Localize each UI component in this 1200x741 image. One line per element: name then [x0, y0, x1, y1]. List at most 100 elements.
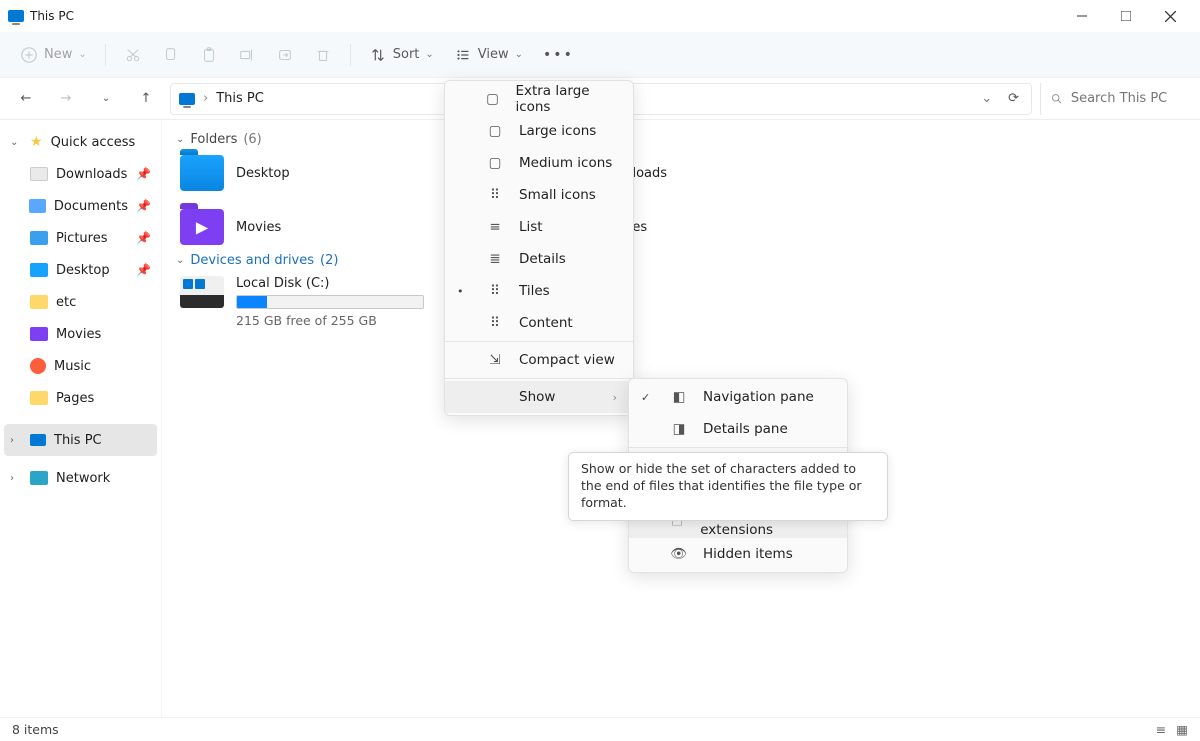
- sidebar-item-label: Network: [56, 471, 110, 486]
- sidebar-item-desktop[interactable]: Desktop 📌: [4, 254, 157, 286]
- network-icon: [30, 471, 48, 485]
- view-option-compact[interactable]: ⇲ Compact view: [445, 344, 633, 376]
- document-icon: [29, 199, 46, 213]
- quick-access-label: Quick access: [51, 135, 136, 150]
- download-icon: [30, 167, 48, 181]
- sidebar-item-label: Downloads: [56, 167, 127, 182]
- tiles-view-toggle[interactable]: ▦: [1176, 722, 1188, 737]
- address-dropdown-toggle[interactable]: ⌄: [977, 91, 996, 106]
- drive-local-disk-c[interactable]: Local Disk (C:) 215 GB free of 255 GB: [180, 276, 1190, 328]
- sidebar-item-label: Pages: [56, 391, 94, 406]
- sidebar-item-movies[interactable]: Movies: [4, 318, 157, 350]
- sidebar-item-pictures[interactable]: Pictures 📌: [4, 222, 157, 254]
- more-button[interactable]: •••: [535, 38, 582, 72]
- folder-desktop[interactable]: Desktop: [180, 155, 290, 191]
- folder-movies[interactable]: Movies: [180, 209, 290, 245]
- view-option-list[interactable]: ≡List: [445, 211, 633, 243]
- search-input[interactable]: [1071, 91, 1180, 106]
- movies-folder-icon: [180, 209, 224, 245]
- chevron-down-icon: ⌄: [515, 49, 523, 60]
- menu-label: Compact view: [519, 352, 615, 368]
- menu-label: Extra large icons: [515, 83, 617, 115]
- view-button[interactable]: View ⌄: [446, 38, 531, 72]
- sidebar-item-network[interactable]: › Network: [4, 462, 157, 494]
- menu-label: Show: [519, 389, 555, 405]
- sidebar-item-etc[interactable]: etc: [4, 286, 157, 318]
- sidebar-item-documents[interactable]: Documents 📌: [4, 190, 157, 222]
- medium-icons-icon: ▢: [485, 155, 505, 171]
- show-navigation-pane[interactable]: ✓◧Navigation pane: [629, 381, 847, 413]
- scissors-icon: [124, 46, 142, 64]
- drive-free-text: 215 GB free of 255 GB: [236, 313, 424, 328]
- music-icon: [30, 358, 46, 374]
- folder-label: Movies: [236, 220, 281, 235]
- toolbar: New ⌄ Sort ⌄ View ⌄ •••: [0, 32, 1200, 78]
- view-option-content[interactable]: ⠿Content: [445, 307, 633, 339]
- new-button[interactable]: New ⌄: [12, 38, 95, 72]
- drives-section-header[interactable]: ⌄ Devices and drives (2): [176, 253, 1190, 268]
- tooltip-text: Show or hide the set of characters added…: [581, 461, 862, 510]
- content-icon: ⠿: [485, 315, 505, 331]
- chevron-down-icon: ⌄: [425, 49, 433, 60]
- sidebar-item-music[interactable]: Music: [4, 350, 157, 382]
- show-hidden-items[interactable]: 👁Hidden items: [629, 538, 847, 570]
- cut-button[interactable]: [116, 38, 150, 72]
- view-option-small[interactable]: ⠿Small icons: [445, 179, 633, 211]
- menu-label: Navigation pane: [703, 389, 814, 405]
- paste-button[interactable]: [192, 38, 226, 72]
- breadcrumb[interactable]: This PC: [216, 91, 264, 106]
- close-button[interactable]: [1148, 0, 1192, 32]
- separator: [350, 44, 351, 66]
- section-label: Folders: [190, 132, 237, 147]
- this-pc-icon: [179, 93, 195, 105]
- pin-icon: 📌: [136, 199, 151, 213]
- chevron-right-icon: ›: [10, 473, 22, 484]
- sort-icon: [369, 46, 387, 64]
- copy-button[interactable]: [154, 38, 188, 72]
- sidebar-item-pages[interactable]: Pages: [4, 382, 157, 414]
- compact-icon: ⇲: [485, 352, 505, 368]
- view-option-details[interactable]: ≣Details: [445, 243, 633, 275]
- refresh-button[interactable]: ⟳: [1004, 91, 1023, 106]
- delete-button[interactable]: [306, 38, 340, 72]
- sidebar-item-this-pc[interactable]: › This PC: [4, 424, 157, 456]
- menu-label: Hidden items: [703, 546, 793, 562]
- view-option-tiles[interactable]: •⠿Tiles: [445, 275, 633, 307]
- this-pc-icon: [30, 434, 46, 446]
- breadcrumb-separator: ›: [203, 91, 208, 106]
- sort-button[interactable]: Sort ⌄: [361, 38, 442, 72]
- tiles-icon: ⠿: [485, 283, 505, 299]
- view-option-xlarge[interactable]: ▢Extra large icons: [445, 83, 633, 115]
- copy-icon: [162, 46, 180, 64]
- show-details-pane[interactable]: ◨Details pane: [629, 413, 847, 445]
- view-option-large[interactable]: ▢Large icons: [445, 115, 633, 147]
- drive-icon: [180, 276, 224, 308]
- view-option-show[interactable]: Show›: [445, 381, 633, 413]
- up-button[interactable]: ↑: [130, 83, 162, 115]
- folders-section-header[interactable]: ⌄ Folders (6): [176, 132, 1190, 147]
- menu-separator: [445, 378, 633, 379]
- forward-button[interactable]: →: [50, 83, 82, 115]
- back-button[interactable]: ←: [10, 83, 42, 115]
- sidebar-item-downloads[interactable]: Downloads 📌: [4, 158, 157, 190]
- view-option-medium[interactable]: ▢Medium icons: [445, 147, 633, 179]
- section-count: (6): [243, 132, 261, 147]
- large-icons-icon: ▢: [485, 123, 505, 139]
- rename-button[interactable]: [230, 38, 264, 72]
- item-count: 8 items: [12, 722, 59, 737]
- folder-label: Desktop: [236, 166, 290, 181]
- menu-separator: [445, 341, 633, 342]
- minimize-button[interactable]: [1060, 0, 1104, 32]
- rename-icon: [238, 46, 256, 64]
- section-count: (2): [320, 253, 338, 268]
- sidebar-item-label: Pictures: [56, 231, 107, 246]
- quick-access-header[interactable]: ⌄ ★ Quick access: [4, 126, 157, 158]
- recent-dropdown[interactable]: ⌄: [90, 83, 122, 115]
- search-box[interactable]: [1040, 83, 1190, 115]
- share-button[interactable]: [268, 38, 302, 72]
- details-view-toggle[interactable]: ≡: [1156, 722, 1166, 737]
- section-label: Devices and drives: [190, 253, 314, 268]
- movies-icon: [30, 327, 48, 341]
- chevron-down-icon: ⌄: [78, 49, 86, 60]
- maximize-button[interactable]: [1104, 0, 1148, 32]
